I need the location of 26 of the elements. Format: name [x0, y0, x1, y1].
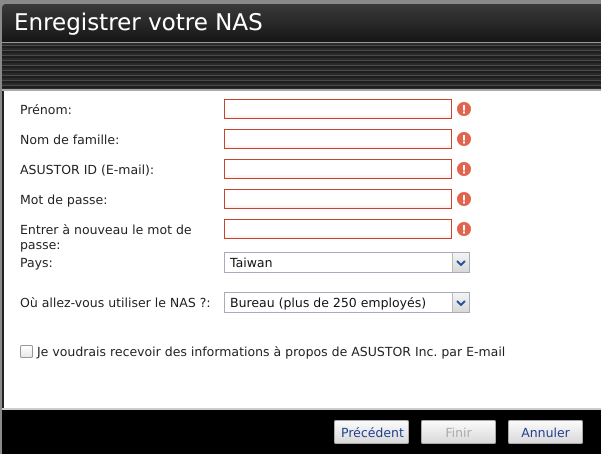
field-label: Où allez-vous utiliser le NAS ?: — [20, 294, 212, 310]
checkbox[interactable] — [20, 345, 33, 358]
input-field[interactable] — [224, 159, 452, 179]
dialog-button[interactable]: Précédent — [334, 420, 409, 444]
dialog-button[interactable]: Annuler — [508, 420, 583, 444]
field-label: Mot de passe: — [20, 191, 108, 207]
window-title: Enregistrer votre NAS — [14, 10, 263, 36]
error-icon — [457, 192, 471, 206]
input-field[interactable] — [224, 219, 452, 239]
dropdown[interactable]: Bureau (plus de 250 employés) — [224, 292, 470, 313]
input-field[interactable] — [224, 189, 452, 209]
checkbox-label: Je voudrais recevoir des informations à propos de ASUSTOR Inc. par E-mail — [37, 344, 506, 359]
error-icon — [457, 222, 471, 236]
caret-icon — [456, 260, 466, 266]
error-icon — [457, 132, 471, 146]
input-field[interactable] — [224, 99, 452, 119]
dropdown[interactable]: Taiwan — [224, 252, 470, 273]
error-icon — [457, 162, 471, 176]
field-label: Nom de famille: — [20, 131, 120, 147]
error-icon — [457, 102, 471, 116]
field-label: Entrer à nouveau le mot de passe: — [20, 221, 193, 252]
field-label: ASUSTOR ID (E-mail): — [20, 161, 156, 177]
field-label: Prénom: — [20, 101, 73, 117]
field-label: Pays: — [20, 254, 54, 270]
input-field[interactable] — [224, 129, 452, 149]
caret-icon — [456, 300, 466, 306]
